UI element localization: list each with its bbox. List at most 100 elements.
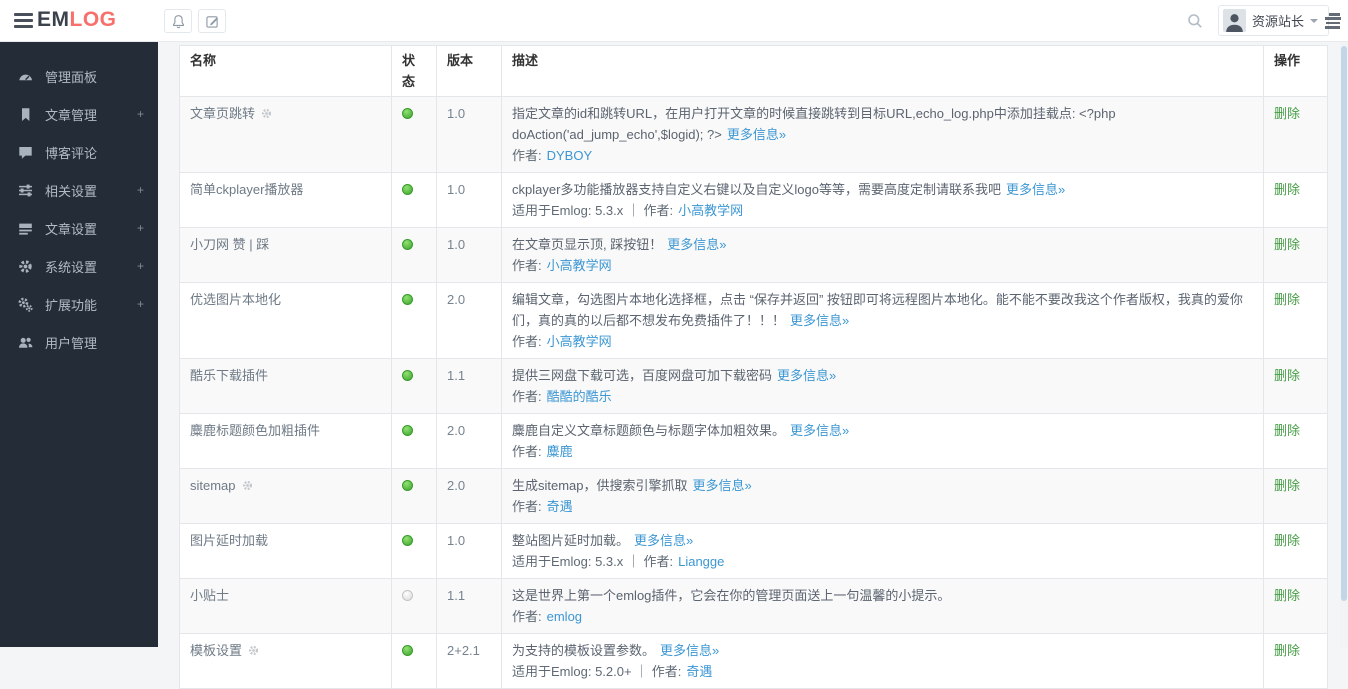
user-menu[interactable]: 资源站长 [1218,5,1330,36]
status-dot[interactable] [402,108,413,119]
plugin-version: 1.0 [436,96,502,173]
delete-link[interactable]: 删除 [1274,182,1300,197]
plugin-name-cell: sitemap [179,468,392,524]
sidebar: 管理面板 文章管理 + 博客评论 相关设置 + 文章设置 + 系统设置 + 扩展… [0,42,158,647]
more-info-link[interactable]: 更多信息» [790,313,849,328]
plugin-description: 指定文章的id和跳转URL，在用户打开文章的时候直接跳转到目标URL,echo_… [512,103,1253,145]
delete-link[interactable]: 删除 [1274,643,1300,658]
plugin-row: 简单ckplayer播放器 1.0 ckplayer多功能播放器支持自定义右键以… [179,172,1328,228]
plugin-settings-gear-icon[interactable] [261,107,272,122]
author-link[interactable]: Liangge [678,554,724,569]
plugin-status-cell [391,358,437,414]
plugin-meta: 作者: 酷酷的酷乐 [512,386,1253,407]
plugin-row: 模板设置 2+2.1 为支持的模板设置参数。 更多信息» 适用于Emlog: 5.… [179,633,1328,689]
sidebar-item-extensions[interactable]: 扩展功能 + [0,285,158,323]
more-info-link[interactable]: 更多信息» [777,368,836,383]
status-dot[interactable] [402,184,413,195]
meta-prefix: 作者: [512,609,542,624]
plugin-action-cell: 删除 [1263,358,1328,414]
app-logo[interactable]: EMLOG [37,8,117,32]
more-info-link[interactable]: 更多信息» [660,643,719,658]
plugin-description: ckplayer多功能播放器支持自定义右键以及自定义logo等等，需要高度定制请… [512,179,1253,200]
logo-text-em: EM [37,8,70,31]
compose-button[interactable] [198,9,226,33]
plugin-description-cell: ckplayer多功能播放器支持自定义右键以及自定义logo等等，需要高度定制请… [501,172,1264,228]
author-link[interactable]: 麋鹿 [547,444,573,459]
status-dot[interactable] [402,535,413,546]
plugin-settings-gear-icon[interactable] [242,479,253,494]
more-info-link[interactable]: 更多信息» [1006,182,1065,197]
logo-text-log: LOG [69,8,117,31]
control-sidebar-toggle-icon[interactable] [1325,13,1342,31]
meta-prefix: 作者: [512,444,542,459]
plugin-name: 小刀网 赞 | 踩 [190,237,270,252]
plugin-version: 2.0 [436,413,502,469]
avatar [1223,9,1246,32]
more-info-link[interactable]: 更多信息» [790,423,849,438]
bookmark-icon [18,107,35,122]
more-info-link[interactable]: 更多信息» [693,478,752,493]
delete-link[interactable]: 删除 [1274,368,1300,383]
plugin-version: 2.0 [436,468,502,524]
delete-link[interactable]: 删除 [1274,478,1300,493]
plugin-meta: 适用于Emlog: 5.3.x ｜ 作者: Liangge [512,551,1253,572]
delete-link[interactable]: 删除 [1274,292,1300,307]
delete-link[interactable]: 删除 [1274,237,1300,252]
author-link[interactable]: 小高教学网 [547,258,612,273]
sidebar-item-label: 用户管理 [45,335,98,351]
sidebar-item-articles[interactable]: 文章管理 + [0,95,158,133]
status-dot[interactable] [402,370,413,381]
more-info-link[interactable]: 更多信息» [634,533,693,548]
status-dot[interactable] [402,590,413,601]
plugin-name-cell: 小贴士 [179,578,392,634]
status-dot[interactable] [402,239,413,250]
sidebar-item-system-settings[interactable]: 系统设置 + [0,247,158,285]
author-link[interactable]: 奇遇 [547,499,573,514]
author-link[interactable]: DYBOY [547,148,593,163]
plugin-meta: 作者: emlog [512,606,1253,627]
sidebar-item-users[interactable]: 用户管理 [0,323,158,361]
delete-link[interactable]: 删除 [1274,533,1300,548]
plugin-description-cell: 在文章页显示顶, 踩按钮！ 更多信息» 作者: 小高教学网 [501,227,1264,283]
more-info-link[interactable]: 更多信息» [727,127,786,142]
plugin-manager-panel: 名称 状态 版本 描述 操作 文章页跳转 1.0 指定文章的id和跳转URL，在… [179,45,1328,689]
scrollbar-thumb[interactable] [1341,46,1347,601]
plugin-description-cell: 整站图片延时加载。 更多信息» 适用于Emlog: 5.3.x ｜ 作者: Lian… [501,523,1264,579]
more-info-link[interactable]: 更多信息» [667,237,726,252]
plugin-version: 1.0 [436,227,502,283]
sidebar-item-dashboard[interactable]: 管理面板 [0,57,158,95]
topbar: EMLOG 资源站长 [0,0,1348,42]
plugin-action-cell: 删除 [1263,172,1328,228]
status-dot[interactable] [402,294,413,305]
header-status: 状态 [391,45,437,97]
plugin-name-cell: 简单ckplayer播放器 [179,172,392,228]
description-text: 为支持的模板设置参数。 [512,643,656,658]
search-icon[interactable] [1187,13,1203,29]
plugin-action-cell: 删除 [1263,633,1328,689]
author-link[interactable]: 奇遇 [686,664,712,679]
plugin-row: 麋鹿标题颜色加粗插件 2.0 麋鹿自定义文章标题颜色与标题字体加粗效果。 更多信息… [179,413,1328,469]
plugin-version: 1.1 [436,358,502,414]
author-link[interactable]: emlog [547,609,582,624]
delete-link[interactable]: 删除 [1274,423,1300,438]
status-dot[interactable] [402,425,413,436]
notifications-button[interactable] [164,9,192,33]
status-dot[interactable] [402,480,413,491]
menu-toggle-icon[interactable] [14,13,33,29]
sidebar-item-related-settings[interactable]: 相关设置 + [0,171,158,209]
author-link[interactable]: 小高教学网 [547,334,612,349]
delete-link[interactable]: 删除 [1274,588,1300,603]
plugin-name: 图片延时加载 [190,533,269,548]
sidebar-item-article-settings[interactable]: 文章设置 + [0,209,158,247]
plugin-name-cell: 小刀网 赞 | 踩 [179,227,392,283]
description-text: 编辑文章，勾选图片本地化选择框，点击 “保存并返回” 按钮即可将远程图片本地化。… [512,292,1243,328]
scrollbar [1340,42,1348,647]
author-link[interactable]: 酷酷的酷乐 [547,389,612,404]
author-link[interactable]: 小高教学网 [678,203,743,218]
plugin-name: 简单ckplayer播放器 [190,182,304,197]
delete-link[interactable]: 删除 [1274,106,1300,121]
cogs-icon [18,297,35,312]
plugin-status-cell [391,413,437,469]
sidebar-item-comments[interactable]: 博客评论 [0,133,158,171]
plugin-settings-gear-icon[interactable] [248,644,259,659]
